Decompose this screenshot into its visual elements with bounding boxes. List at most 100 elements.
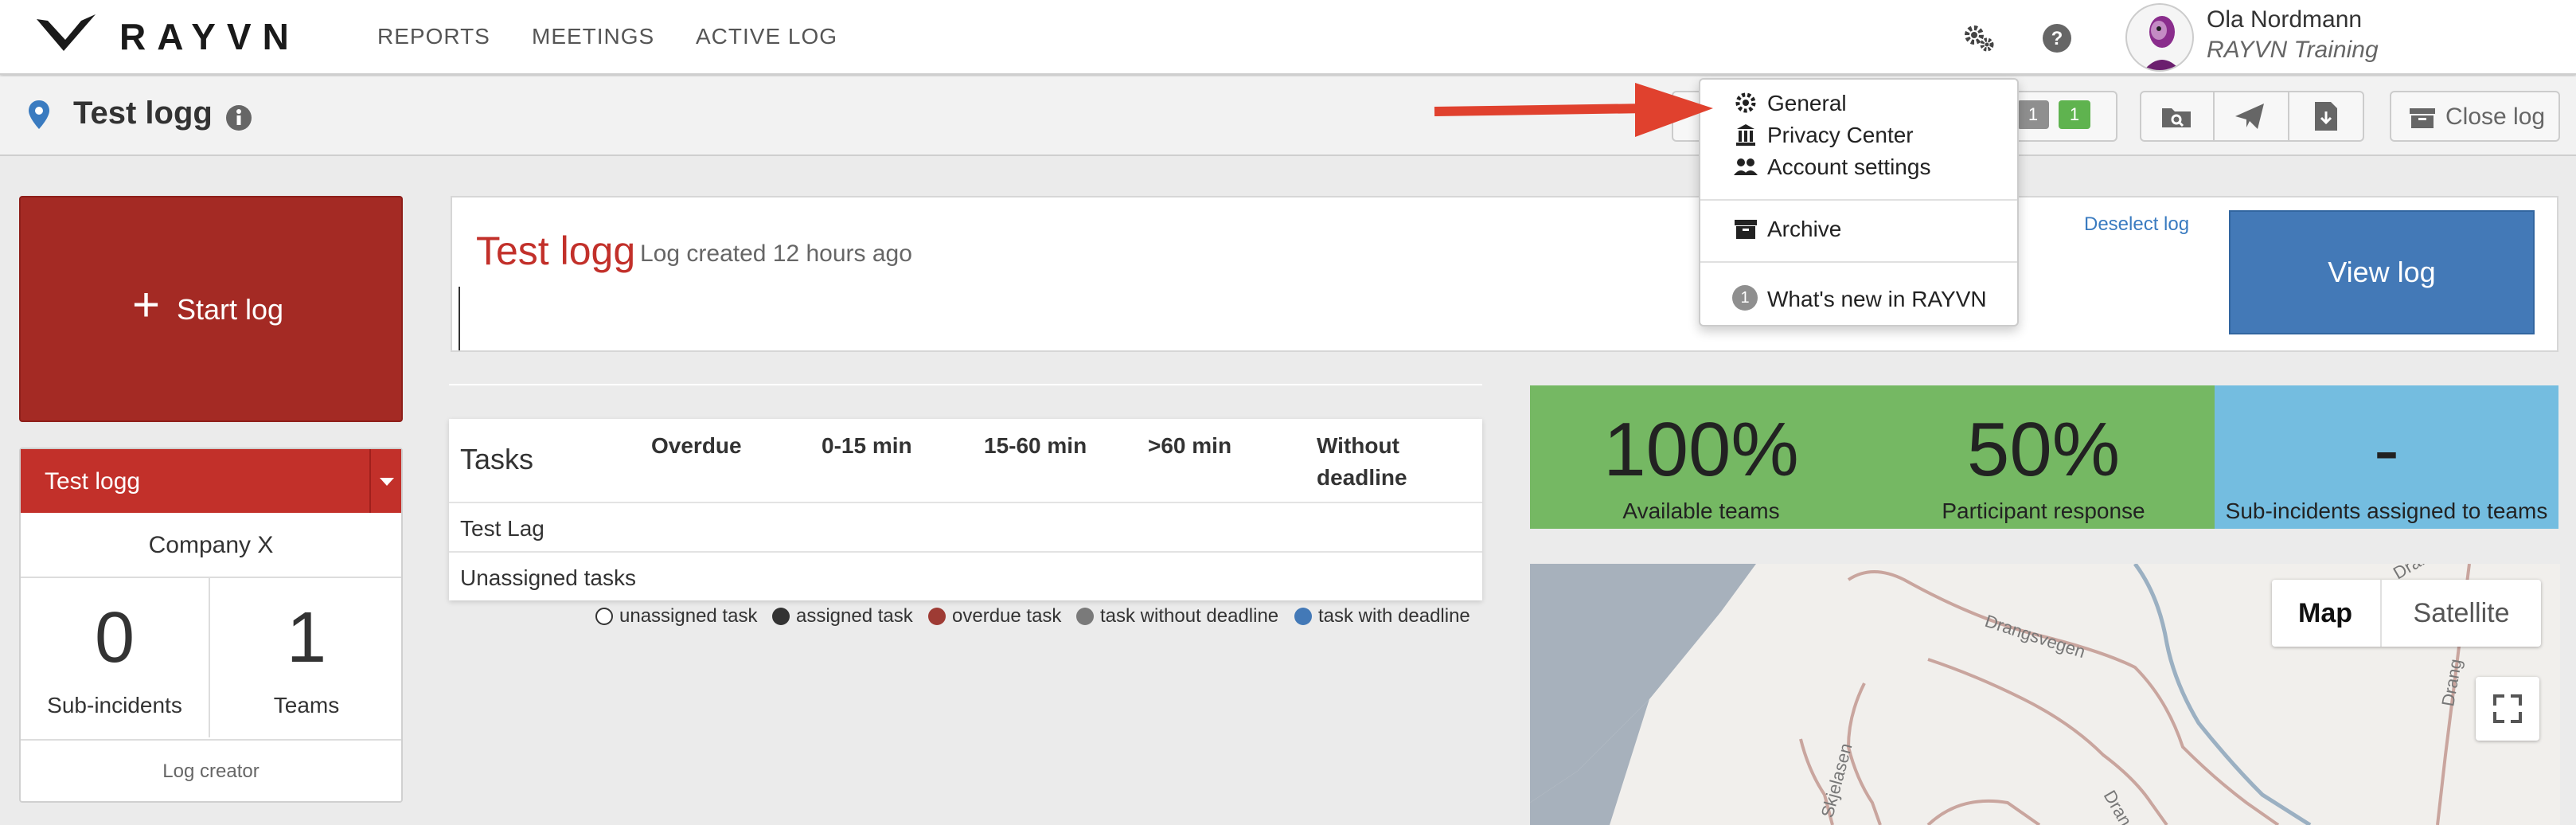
menu-item-whats-new[interactable]: What's new in RAYVN [1767,287,1987,312]
overdue-dot [928,608,946,625]
rayvn-logo[interactable]: RAYVN [35,11,306,62]
archive-icon [1735,220,1757,239]
col-15-60: 15-60 min [984,433,1087,458]
kpi-label: Participant response [1942,499,2145,523]
assigned-dot [772,608,790,625]
archive-icon [2410,108,2435,128]
tasks-title: Tasks [460,443,534,475]
start-log-button[interactable]: + Start log [19,196,403,422]
kpi-label: Sub-incidents assigned to teams [2225,499,2548,523]
menu-item-account-settings[interactable]: Account settings [1767,154,1930,180]
location-pin-icon [29,100,49,129]
user-org: RAYVN Training [2207,37,2379,63]
start-log-label: Start log [177,293,284,326]
send-icon[interactable] [2234,102,2266,131]
legend-label: unassigned task [619,605,758,627]
help-icon[interactable]: ? [2038,19,2076,57]
table-row[interactable]: Test Lag [449,502,1482,551]
col-without: Without [1317,433,1399,458]
map-type-toggle: Map Satellite [2272,580,2541,647]
table-row[interactable]: Unassigned tasks [449,551,1482,600]
menu-item-general[interactable]: General [1767,91,1847,116]
satellite-button[interactable]: Satellite [2382,580,2541,647]
tasks-divider [449,384,1482,385]
kpi-sub-incidents-assigned[interactable]: - Sub-incidents assigned to teams [2215,385,2558,529]
button-divider [2288,92,2289,140]
log-summary-card: Test logg Log created 12 hours ago Desel… [451,196,2558,352]
col-over-60: >60 min [1148,433,1232,458]
download-file-icon[interactable] [2312,100,2340,132]
annotation-arrow-icon [1434,83,1713,137]
log-selector[interactable]: Test logg [21,449,401,513]
search-folder-icon[interactable] [2160,104,2192,129]
teams-count: 1 [286,598,327,678]
count-badge-grey: 1 [2017,100,2049,129]
close-log-button[interactable]: Close log [2390,91,2560,142]
plus-icon: + [132,278,161,331]
settings-menu: General Privacy Center Account settings … [1699,78,2019,326]
teams-label: Teams [273,693,340,717]
road-label: Drang [2437,658,2465,708]
legend-label: assigned task [796,605,913,627]
nav-meetings[interactable]: MEETINGS [532,24,654,49]
menu-item-archive[interactable]: Archive [1767,217,1841,242]
col-overdue: Overdue [651,433,742,458]
nav-reports[interactable]: REPORTS [377,24,490,49]
road-label: Drangsvegen [1982,611,2087,662]
kpi-value: 50% [1966,407,2121,492]
notification-count-badge: 1 [1732,285,1758,311]
menu-item-privacy-center[interactable]: Privacy Center [1767,123,1914,148]
col-0-15: 0-15 min [822,433,912,458]
kpi-participant-response[interactable]: 50% Participant response [1872,385,2215,529]
road-label: Skjelasen [1817,741,1856,820]
sub-incidents-stat[interactable]: 0 Sub-incidents [21,578,210,737]
legend-item: assigned task [772,605,913,628]
caret-down-icon [380,478,394,486]
privacy-icon [1736,124,1755,146]
company-name: Company X [21,513,401,578]
legend-label: task with deadline [1318,605,1470,627]
view-log-button[interactable]: View log [2229,210,2535,334]
button-divider [2213,92,2215,140]
fullscreen-button[interactable] [2476,677,2539,741]
deadline-dot [1294,608,1312,625]
log-dropdown-toggle[interactable] [369,449,401,513]
col-deadline: deadline [1317,465,1407,490]
kpi-label: Available teams [1622,499,1780,523]
log-creator: Log creator [21,739,401,801]
map-button[interactable]: Map [2272,580,2379,647]
info-icon[interactable] [224,104,253,132]
legend-label: task without deadline [1100,605,1279,627]
legend-item: overdue task [928,605,1061,628]
tasks-table: Tasks Overdue 0-15 min 15-60 min >60 min… [449,419,1482,600]
gear-icon [1735,92,1756,113]
settings-icon[interactable] [1960,19,1998,57]
sub-incidents-count: 0 [94,598,135,678]
count-badge-green: 1 [2059,100,2090,129]
deselect-log-link[interactable]: Deselect log [2084,213,2189,236]
page-title: Test logg [73,96,213,131]
road-label: Dran [2100,787,2136,825]
row-label: Unassigned tasks [460,565,637,590]
top-nav: RAYVN REPORTS MEETINGS ACTIVE LOG ? Ola … [0,0,2576,75]
svg-text:?: ? [2051,28,2063,49]
users-icon [1734,158,1758,175]
svg-text:RAYVN: RAYVN [119,16,300,57]
log-created-text: Log created 12 hours ago [640,240,912,267]
fullscreen-icon [2493,694,2522,723]
log-selector-label: Test logg [45,468,141,495]
user-name[interactable]: Ola Nordmann [2207,6,2362,33]
log-card: Test logg Company X 0 Sub-incidents 1 Te… [19,448,403,803]
kpi-value: - [2374,407,2399,492]
row-label: Test Lag [460,516,544,541]
no-deadline-dot [1076,608,1094,625]
text-cursor [459,287,460,350]
close-log-label: Close log [2445,104,2546,130]
legend-item: unassigned task [595,605,757,628]
teams-stat[interactable]: 1 Teams [212,578,401,737]
nav-active-log[interactable]: ACTIVE LOG [696,24,837,49]
sub-incidents-label: Sub-incidents [47,693,182,717]
avatar[interactable] [2125,3,2194,72]
menu-divider [1700,199,2017,201]
kpi-available-teams[interactable]: 100% Available teams [1530,385,1872,529]
